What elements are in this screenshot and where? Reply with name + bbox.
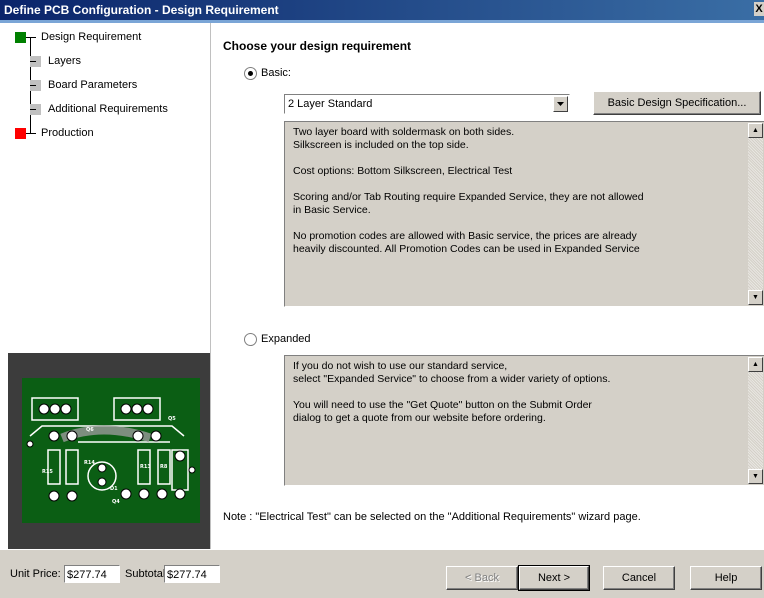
pad xyxy=(66,490,78,502)
wizard-footer: Unit Price: $277.74 Subtotal: $277.74 < … xyxy=(0,549,764,598)
expanded-description-box: If you do not wish to use our standard s… xyxy=(284,355,764,486)
expanded-radio-label[interactable]: Expanded xyxy=(261,333,311,345)
pad xyxy=(97,463,107,473)
pcb-preview-image: Q6 Q5 R15 R13 R14 D1 R8 Q4 xyxy=(8,353,210,549)
page-heading: Choose your design requirement xyxy=(223,39,412,53)
step-layers[interactable]: Layers xyxy=(48,55,81,67)
tree-connector xyxy=(30,61,36,62)
pcb-label: R8 xyxy=(160,464,168,470)
pcb-label: R15 xyxy=(42,469,53,475)
pad xyxy=(49,403,61,415)
pad xyxy=(66,430,78,442)
close-button[interactable]: X xyxy=(754,2,764,16)
pad xyxy=(142,403,154,415)
cancel-button[interactable]: Cancel xyxy=(603,566,675,590)
pcb-label: D1 xyxy=(110,486,118,492)
help-button[interactable]: Help xyxy=(690,566,762,590)
pad xyxy=(48,430,60,442)
chevron-down-icon xyxy=(557,102,564,106)
basic-radio[interactable] xyxy=(244,67,257,80)
step-production[interactable]: Production xyxy=(41,127,94,139)
step-additional-requirements[interactable]: Additional Requirements xyxy=(48,103,168,115)
pad xyxy=(48,490,60,502)
step-status-icon-production xyxy=(15,128,26,139)
pad xyxy=(131,403,143,415)
next-button[interactable]: Next > xyxy=(518,565,590,591)
basic-description-box: Two layer board with soldermask on both … xyxy=(284,121,764,307)
silk-outline-r15 xyxy=(47,449,61,485)
service-type-dropdown[interactable]: 2 Layer Standard xyxy=(284,94,570,114)
pad xyxy=(120,403,132,415)
step-status-icon-design-requirement xyxy=(15,32,26,43)
subtotal-label: Subtotal: xyxy=(125,568,169,580)
pad xyxy=(156,488,168,500)
expanded-radio[interactable] xyxy=(244,333,257,346)
step-design-requirement[interactable]: Design Requirement xyxy=(41,31,141,43)
step-board-parameters[interactable]: Board Parameters xyxy=(48,79,137,91)
pad xyxy=(38,403,50,415)
pcb-label: R13 xyxy=(140,464,151,470)
pad xyxy=(188,466,196,474)
subtotal-value: $277.74 xyxy=(164,565,220,583)
dropdown-button[interactable] xyxy=(553,96,568,112)
electrical-test-note: Note : "Electrical Test" can be selected… xyxy=(223,511,641,523)
unit-price-label: Unit Price: xyxy=(10,568,61,580)
pad xyxy=(60,403,72,415)
window-title: Define PCB Configuration - Design Requir… xyxy=(4,3,279,17)
pad xyxy=(132,430,144,442)
pcb-label: Q6 xyxy=(86,427,94,433)
pad xyxy=(150,430,162,442)
scroll-up-icon[interactable]: ▲ xyxy=(748,357,763,372)
pcb-label: R14 xyxy=(84,460,95,466)
tree-connector xyxy=(30,85,36,86)
title-bar: Define PCB Configuration - Design Requir… xyxy=(0,0,764,20)
basic-design-specification-button[interactable]: Basic Design Specification... xyxy=(593,91,761,115)
pad xyxy=(26,440,34,448)
tree-connector xyxy=(26,133,36,134)
basic-description-scrollbar[interactable]: ▲ ▼ xyxy=(748,123,763,305)
pad xyxy=(138,488,150,500)
tree-connector xyxy=(30,109,36,110)
expanded-description-text: If you do not wish to use our standard s… xyxy=(293,360,611,424)
dropdown-selected-value: 2 Layer Standard xyxy=(288,98,373,110)
scroll-down-icon[interactable]: ▼ xyxy=(748,469,763,484)
scroll-down-icon[interactable]: ▼ xyxy=(748,290,763,305)
unit-price-value: $277.74 xyxy=(64,565,120,583)
back-button[interactable]: < Back xyxy=(446,566,518,590)
basic-description-text: Two layer board with soldermask on both … xyxy=(293,126,644,255)
pcb-label: Q4 xyxy=(112,499,120,505)
scroll-up-icon[interactable]: ▲ xyxy=(748,123,763,138)
expanded-description-scrollbar[interactable]: ▲ ▼ xyxy=(748,357,763,484)
pcb-artwork: Q6 Q5 R15 R13 R14 D1 R8 Q4 xyxy=(26,397,196,505)
pcb-label: Q5 xyxy=(168,416,176,422)
pcb-board: Q6 Q5 R15 R13 R14 D1 R8 Q4 xyxy=(22,378,200,523)
pad xyxy=(120,488,132,500)
pad xyxy=(174,488,186,500)
pad xyxy=(97,477,107,487)
radio-selected-dot xyxy=(248,71,253,76)
tree-connector xyxy=(26,37,36,38)
pad xyxy=(174,450,186,462)
silk-outline-resistor xyxy=(65,449,79,485)
basic-radio-label[interactable]: Basic: xyxy=(261,67,291,79)
